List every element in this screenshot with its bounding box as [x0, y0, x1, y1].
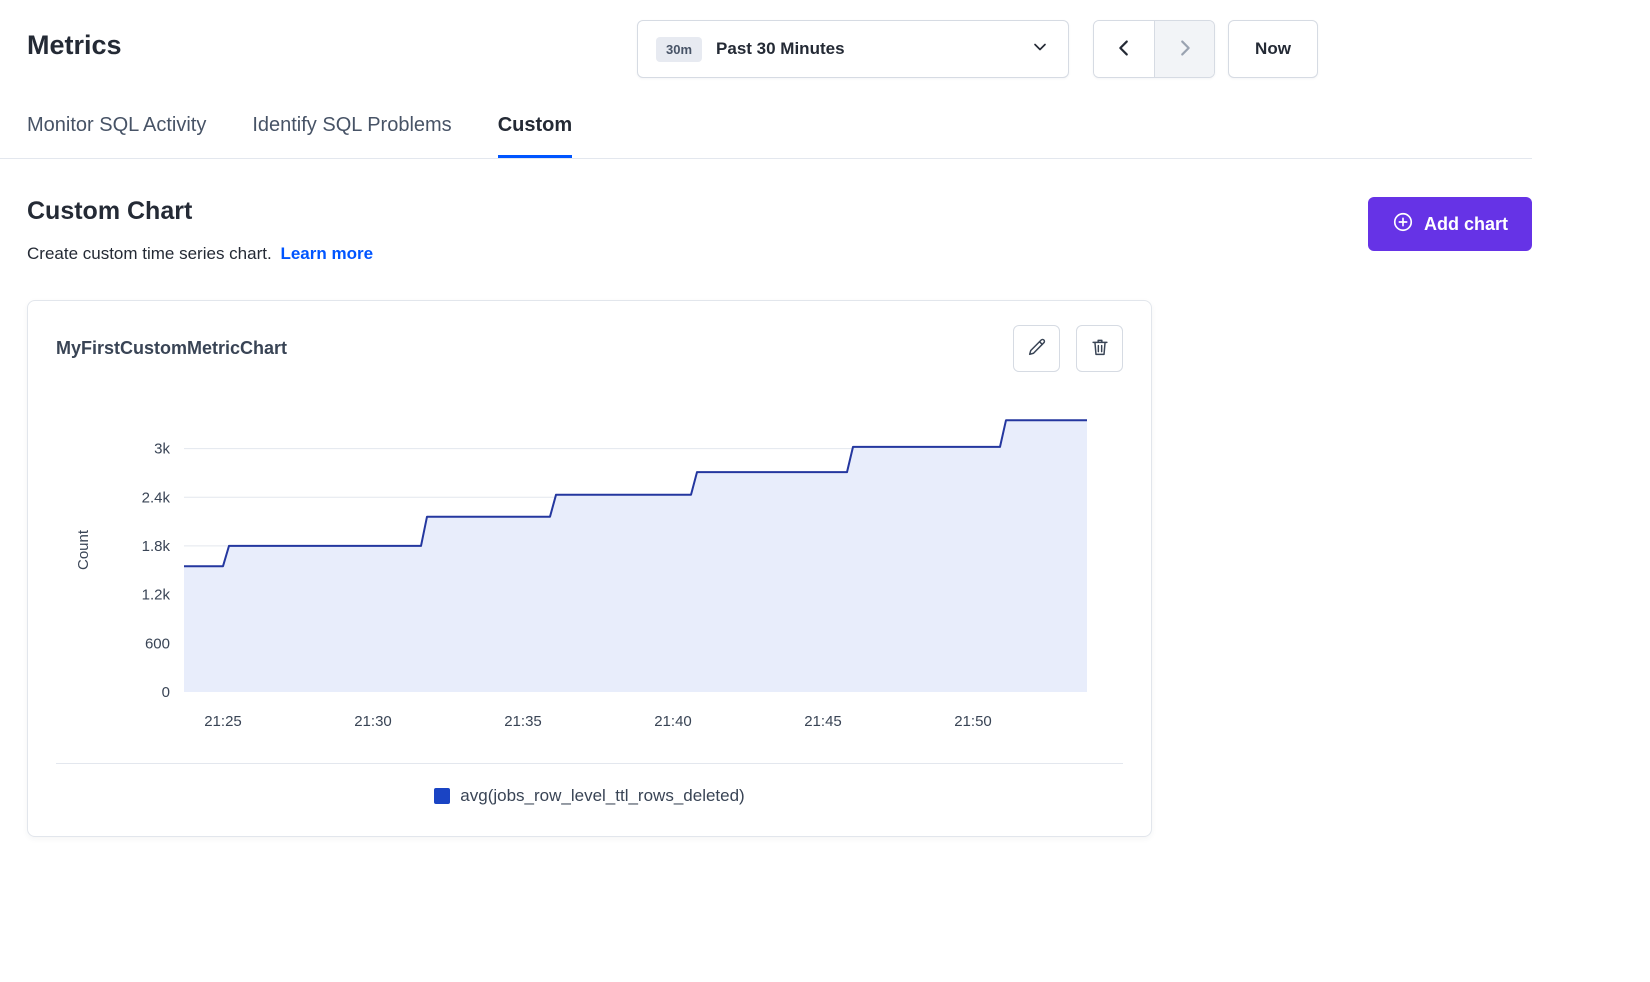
custom-chart-section-header: Custom Chart Create custom time series c… — [27, 197, 1532, 264]
now-button[interactable]: Now — [1228, 20, 1318, 78]
svg-text:0: 0 — [162, 684, 170, 701]
chevron-down-icon — [1030, 37, 1050, 62]
svg-text:2.4k: 2.4k — [142, 489, 171, 506]
svg-text:21:40: 21:40 — [654, 713, 692, 730]
svg-text:600: 600 — [145, 635, 170, 652]
trash-icon — [1089, 336, 1111, 361]
add-chart-button-label: Add chart — [1424, 214, 1508, 235]
pencil-icon — [1026, 336, 1048, 361]
plus-circle-icon — [1392, 211, 1414, 238]
svg-text:1.2k: 1.2k — [142, 587, 171, 604]
custom-chart-card: MyFirstCustomMetricChart .tick{font-fami… — [27, 300, 1152, 837]
time-controls: 30m Past 30 Minutes Now — [637, 20, 1318, 78]
svg-text:21:35: 21:35 — [504, 713, 542, 730]
svg-text:3k: 3k — [154, 441, 170, 458]
chart-legend: avg(jobs_row_level_ttl_rows_deleted) — [56, 764, 1123, 814]
top-bar: Metrics 30m Past 30 Minutes — [0, 0, 1650, 90]
legend-swatch — [434, 788, 450, 804]
tab-identify-sql-problems[interactable]: Identify SQL Problems — [252, 104, 451, 158]
tab-custom[interactable]: Custom — [498, 104, 572, 158]
svg-text:Count: Count — [75, 529, 92, 570]
page-title: Metrics — [27, 30, 122, 61]
metrics-tabs: Monitor SQL Activity Identify SQL Proble… — [0, 104, 1532, 159]
section-description: Create custom time series chart. Learn m… — [27, 244, 1532, 264]
delete-chart-button[interactable] — [1076, 325, 1123, 372]
previous-range-button[interactable] — [1094, 21, 1154, 77]
chart-area[interactable]: .tick{font-family:"Liberation Sans",sans… — [56, 394, 1123, 749]
svg-text:1.8k: 1.8k — [142, 538, 171, 555]
svg-text:21:45: 21:45 — [804, 713, 842, 730]
svg-text:21:50: 21:50 — [954, 713, 992, 730]
custom-chart-plot: .tick{font-family:"Liberation Sans",sans… — [56, 394, 1121, 744]
next-range-button[interactable] — [1154, 21, 1214, 77]
chevron-right-icon — [1174, 37, 1196, 62]
chevron-left-icon — [1113, 37, 1135, 62]
time-pager — [1093, 20, 1215, 78]
learn-more-link[interactable]: Learn more — [280, 244, 373, 263]
chart-title: MyFirstCustomMetricChart — [56, 338, 287, 359]
add-chart-button[interactable]: Add chart — [1368, 197, 1532, 251]
chart-card-header: MyFirstCustomMetricChart — [56, 325, 1123, 372]
legend-label: avg(jobs_row_level_ttl_rows_deleted) — [460, 786, 744, 806]
svg-text:21:30: 21:30 — [354, 713, 392, 730]
time-range-label: Past 30 Minutes — [716, 39, 1020, 59]
chart-actions — [1013, 325, 1123, 372]
time-range-select[interactable]: 30m Past 30 Minutes — [637, 20, 1069, 78]
section-description-text: Create custom time series chart. — [27, 244, 272, 263]
svg-text:21:25: 21:25 — [204, 713, 242, 730]
time-range-badge: 30m — [656, 37, 702, 62]
metrics-page: Metrics 30m Past 30 Minutes — [0, 0, 1650, 982]
section-title: Custom Chart — [27, 197, 1532, 226]
tab-monitor-sql-activity[interactable]: Monitor SQL Activity — [27, 104, 206, 158]
edit-chart-button[interactable] — [1013, 325, 1060, 372]
